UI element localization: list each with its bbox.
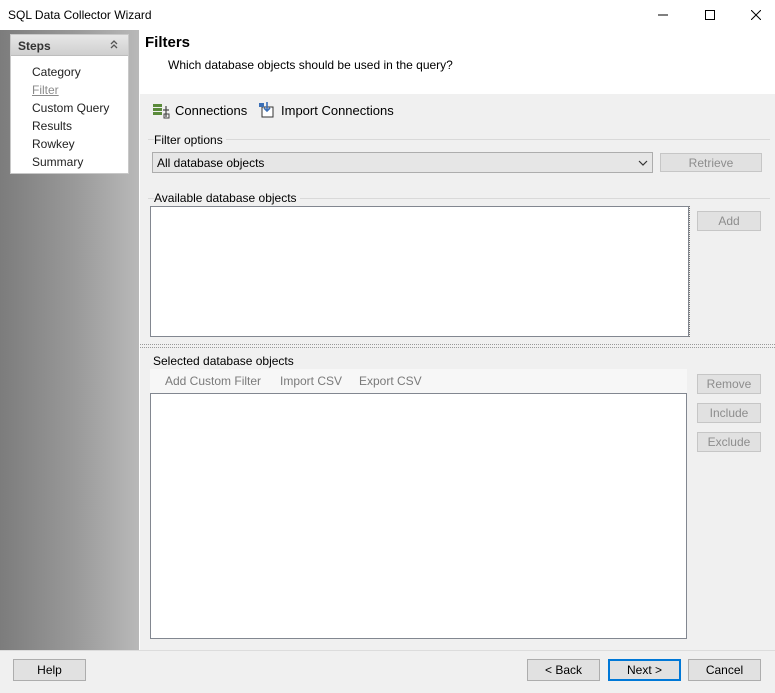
remove-button[interactable]: Remove bbox=[697, 374, 761, 394]
available-objects-list[interactable] bbox=[150, 206, 689, 337]
page-subtitle: Which database objects should be used in… bbox=[168, 58, 453, 72]
import-icon bbox=[259, 102, 274, 118]
steps-header: Steps bbox=[11, 35, 128, 56]
available-list-resize-handle[interactable] bbox=[688, 206, 690, 337]
import-csv-button[interactable]: Import CSV bbox=[280, 374, 342, 388]
step-summary[interactable]: Summary bbox=[11, 153, 128, 171]
window-title: SQL Data Collector Wizard bbox=[8, 8, 152, 22]
step-custom-query[interactable]: Custom Query bbox=[11, 99, 128, 117]
maximize-icon bbox=[705, 10, 715, 20]
step-filter[interactable]: Filter bbox=[11, 81, 128, 99]
step-category[interactable]: Category bbox=[11, 63, 128, 81]
filter-options-divider bbox=[148, 139, 770, 140]
connections-button[interactable]: Connections bbox=[152, 100, 247, 120]
selected-objects-label: Selected database objects bbox=[153, 354, 297, 368]
exclude-button[interactable]: Exclude bbox=[697, 432, 761, 452]
available-objects-label: Available database objects bbox=[154, 191, 300, 205]
collapse-chevron-icon[interactable] bbox=[108, 38, 120, 52]
minimize-button[interactable] bbox=[640, 0, 686, 30]
import-connections-label: Import Connections bbox=[281, 102, 394, 118]
include-button[interactable]: Include bbox=[697, 403, 761, 423]
export-csv-button[interactable]: Export CSV bbox=[359, 374, 422, 388]
close-icon bbox=[751, 10, 761, 20]
filter-options-value: All database objects bbox=[157, 156, 265, 170]
content-area: Connections Import Connections Filter op… bbox=[140, 94, 775, 650]
footer-bar: Help < Back Next > Cancel bbox=[0, 650, 775, 693]
import-connections-button[interactable]: Import Connections bbox=[258, 100, 394, 120]
add-button[interactable]: Add bbox=[697, 211, 761, 231]
step-rowkey[interactable]: Rowkey bbox=[11, 135, 128, 153]
steps-header-label: Steps bbox=[18, 39, 51, 53]
help-button[interactable]: Help bbox=[13, 659, 86, 681]
minimize-icon bbox=[658, 14, 668, 16]
back-button[interactable]: < Back bbox=[527, 659, 600, 681]
cancel-button[interactable]: Cancel bbox=[688, 659, 761, 681]
panel-splitter[interactable] bbox=[140, 344, 775, 348]
chevron-down-icon bbox=[638, 160, 648, 166]
next-button[interactable]: Next > bbox=[608, 659, 681, 681]
step-results[interactable]: Results bbox=[11, 117, 128, 135]
filter-options-label: Filter options bbox=[154, 133, 226, 147]
maximize-button[interactable] bbox=[687, 0, 733, 30]
steps-list: Category Filter Custom Query Results Row… bbox=[11, 56, 128, 171]
steps-panel: Steps Category Filter Custom Query Resul… bbox=[10, 34, 129, 174]
filter-options-select[interactable]: All database objects bbox=[152, 152, 653, 173]
page-title: Filters bbox=[145, 34, 191, 51]
database-connections-icon bbox=[153, 104, 170, 119]
retrieve-button[interactable]: Retrieve bbox=[660, 153, 762, 172]
title-bar: SQL Data Collector Wizard bbox=[0, 0, 775, 30]
add-custom-filter-button[interactable]: Add Custom Filter bbox=[165, 374, 261, 388]
connections-label: Connections bbox=[175, 102, 248, 118]
close-button[interactable] bbox=[733, 0, 775, 30]
selected-objects-list[interactable] bbox=[150, 393, 687, 639]
